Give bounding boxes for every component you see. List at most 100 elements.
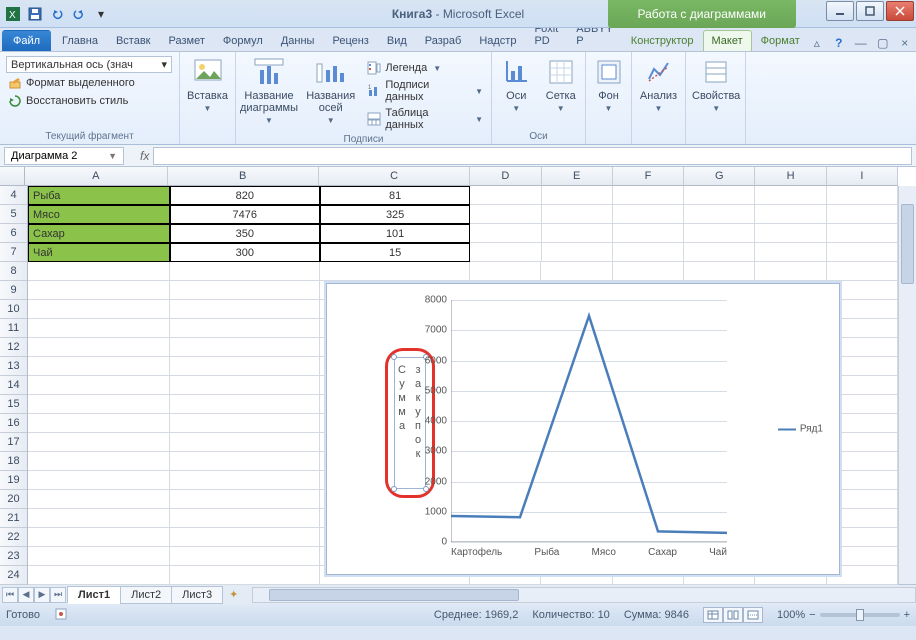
cell-D7[interactable] [470, 243, 541, 262]
mdi-restore-icon[interactable]: ▢ [875, 35, 891, 51]
tab-11[interactable]: Конструктор [622, 30, 703, 51]
cell-B14[interactable] [170, 376, 320, 395]
row-header-5[interactable]: 5 [0, 205, 27, 224]
qat-dropdown-icon[interactable]: ▾ [92, 5, 110, 23]
col-header-D[interactable]: D [470, 167, 541, 185]
col-header-F[interactable]: F [613, 167, 684, 185]
cell-A24[interactable] [28, 566, 170, 585]
row-header-8[interactable]: 8 [0, 262, 27, 281]
cell-H8[interactable] [755, 262, 826, 281]
cell-A16[interactable] [28, 414, 170, 433]
plot-area-button[interactable]: Фон▼ [592, 56, 625, 113]
cell-C8[interactable] [320, 262, 470, 281]
save-icon[interactable] [26, 5, 44, 23]
help-icon[interactable]: ? [831, 35, 847, 51]
cell-H5[interactable] [755, 205, 826, 224]
tab-12[interactable]: Макет [703, 30, 752, 51]
undo-icon[interactable] [48, 5, 66, 23]
data-table-button[interactable]: Таблица данных▼ [365, 106, 485, 132]
tab-1[interactable]: Вставк [107, 30, 160, 51]
cell-A12[interactable] [28, 338, 170, 357]
tab-nav-prev[interactable]: ◀ [18, 587, 34, 603]
gridlines-button[interactable]: Сетка▼ [543, 56, 580, 113]
row-header-17[interactable]: 17 [0, 433, 27, 452]
cell-B12[interactable] [170, 338, 320, 357]
sheet-tab-1[interactable]: Лист2 [120, 586, 172, 604]
macro-icon[interactable] [54, 607, 68, 624]
cell-F8[interactable] [613, 262, 684, 281]
tab-0[interactable]: Главна [53, 30, 107, 51]
cell-A10[interactable] [28, 300, 170, 319]
tab-8[interactable]: Надстр [470, 30, 525, 51]
col-header-H[interactable]: H [755, 167, 826, 185]
row-header-24[interactable]: 24 [0, 566, 27, 585]
cell-C7[interactable]: 15 [320, 243, 470, 262]
close-button[interactable] [886, 1, 914, 21]
cell-E5[interactable] [542, 205, 613, 224]
new-sheet-icon[interactable]: ✦ [223, 588, 244, 601]
cell-F5[interactable] [613, 205, 684, 224]
cell-D5[interactable] [470, 205, 541, 224]
cell-B19[interactable] [170, 471, 320, 490]
sheet-tab-0[interactable]: Лист1 [67, 586, 121, 604]
cell-C4[interactable]: 81 [320, 186, 470, 205]
row-header-13[interactable]: 13 [0, 357, 27, 376]
vertical-scrollbar[interactable] [898, 186, 916, 584]
cell-G6[interactable] [684, 224, 755, 243]
cell-B24[interactable] [170, 566, 320, 585]
cell-B11[interactable] [170, 319, 320, 338]
tab-3[interactable]: Формул [214, 30, 272, 51]
cell-F7[interactable] [613, 243, 684, 262]
cell-I7[interactable] [827, 243, 898, 262]
cell-B22[interactable] [170, 528, 320, 547]
mdi-close-icon[interactable]: × [897, 35, 913, 51]
col-header-C[interactable]: C [319, 167, 470, 185]
row-header-10[interactable]: 10 [0, 300, 27, 319]
ribbon-min-icon[interactable]: ▵ [809, 35, 825, 51]
col-header-G[interactable]: G [684, 167, 755, 185]
cell-A14[interactable] [28, 376, 170, 395]
chart-legend[interactable]: Ряд1 [778, 424, 823, 435]
cell-G8[interactable] [684, 262, 755, 281]
cell-H4[interactable] [755, 186, 826, 205]
cell-G5[interactable] [684, 205, 755, 224]
cell-E7[interactable] [542, 243, 613, 262]
tab-file[interactable]: Файл [2, 30, 51, 51]
tab-nav-last[interactable]: ⏭ [50, 587, 66, 603]
redo-icon[interactable] [70, 5, 88, 23]
cell-B20[interactable] [170, 490, 320, 509]
cell-A21[interactable] [28, 509, 170, 528]
cell-E8[interactable] [541, 262, 612, 281]
zoom-out-button[interactable]: − [809, 609, 815, 621]
cell-A13[interactable] [28, 357, 170, 376]
row-header-19[interactable]: 19 [0, 471, 27, 490]
analysis-button[interactable]: Анализ▼ [638, 56, 679, 113]
view-normal-icon[interactable] [703, 607, 723, 623]
tab-nav-first[interactable]: ⏮ [2, 587, 18, 603]
cell-F6[interactable] [613, 224, 684, 243]
cell-B4[interactable]: 820 [170, 186, 320, 205]
embedded-chart[interactable]: Сумма закупок 01000200030004000500060007… [326, 283, 840, 575]
cell-B17[interactable] [170, 433, 320, 452]
name-box[interactable]: ▼ [4, 147, 124, 165]
cell-C5[interactable]: 325 [320, 205, 470, 224]
row-header-12[interactable]: 12 [0, 338, 27, 357]
tab-13[interactable]: Формат [752, 30, 809, 51]
mdi-min-icon[interactable]: — [853, 35, 869, 51]
cell-I6[interactable] [827, 224, 898, 243]
cell-A19[interactable] [28, 471, 170, 490]
row-header-22[interactable]: 22 [0, 528, 27, 547]
cell-B18[interactable] [170, 452, 320, 471]
cell-D8[interactable] [470, 262, 541, 281]
cell-A23[interactable] [28, 547, 170, 566]
cell-B15[interactable] [170, 395, 320, 414]
view-pagebreak-icon[interactable] [743, 607, 763, 623]
cell-D6[interactable] [470, 224, 541, 243]
tab-2[interactable]: Размет [160, 30, 214, 51]
row-header-4[interactable]: 4 [0, 186, 27, 205]
row-header-11[interactable]: 11 [0, 319, 27, 338]
sheet-tab-2[interactable]: Лист3 [171, 586, 223, 604]
name-box-input[interactable] [11, 150, 101, 162]
maximize-button[interactable] [856, 1, 884, 21]
cell-B7[interactable]: 300 [170, 243, 320, 262]
